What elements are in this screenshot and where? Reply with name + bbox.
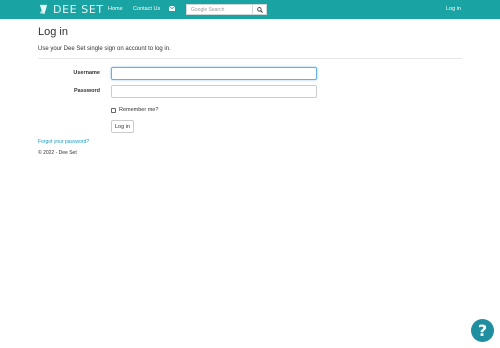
mail-icon[interactable] [169, 6, 175, 11]
search-input[interactable] [186, 4, 252, 15]
nav-login-link[interactable]: Log in [446, 6, 461, 13]
remember-me-control[interactable]: Remember me? [111, 107, 158, 114]
remember-me-label[interactable]: Remember me? [119, 107, 158, 114]
divider [38, 58, 462, 59]
password-field[interactable] [111, 85, 317, 98]
brand-logo[interactable]: DEE SET [38, 3, 104, 16]
nav-home-link[interactable]: Home [108, 6, 123, 13]
password-label: Password [74, 88, 100, 94]
help-icon: ? [477, 320, 488, 340]
nav-contact-link[interactable]: Contact Us [133, 6, 160, 13]
remember-me-checkbox[interactable] [111, 108, 116, 113]
footer-copyright: © 2022 - Dee Set [38, 150, 77, 156]
page-title: Log in [38, 26, 68, 38]
username-label: Username [73, 70, 100, 76]
help-button[interactable]: ? [471, 319, 494, 342]
username-field[interactable] [111, 67, 317, 80]
search-icon [256, 6, 263, 13]
brand-name: DEE SET [53, 3, 104, 16]
forgot-password-link[interactable]: Forgot your password? [38, 139, 89, 146]
dee-set-logo-icon [39, 4, 48, 15]
top-navbar: DEE SET Home Contact Us Log in [0, 0, 500, 19]
search-button[interactable] [252, 4, 267, 15]
page-subtitle: Use your Dee Set single sign on account … [38, 46, 171, 52]
login-submit-button[interactable]: Log in [111, 120, 134, 133]
